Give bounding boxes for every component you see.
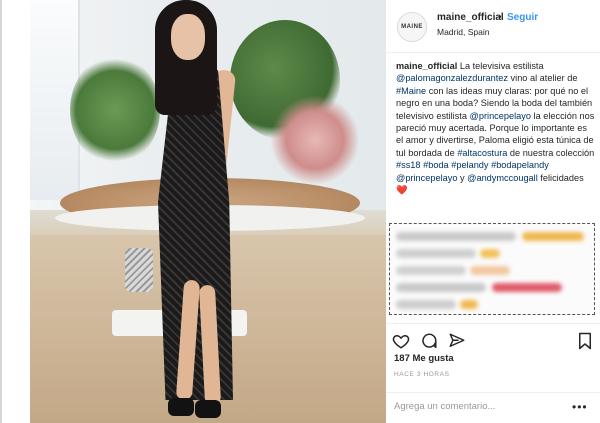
post-timestamp[interactable]: HACE 3 HORAS xyxy=(394,371,450,378)
blurred-emoji xyxy=(470,266,510,275)
caption-text: La televisiva estilista @palomagonzalezd… xyxy=(396,61,594,195)
post-header: MAINE maine_official • Seguir Madrid, Sp… xyxy=(386,0,600,53)
photo-clutch xyxy=(125,248,153,292)
comment-bubble-icon[interactable] xyxy=(420,332,438,350)
photo-dress xyxy=(158,70,233,400)
comment-bar: ••• xyxy=(386,392,600,423)
post-location[interactable]: Madrid, Spain xyxy=(437,27,489,37)
photo-plant xyxy=(270,95,360,185)
blurred-comments xyxy=(389,223,595,315)
account-username[interactable]: maine_official xyxy=(437,12,504,23)
caption-tag-link[interactable]: @princepelayo xyxy=(396,173,457,183)
avatar-logo-text: MAINE xyxy=(401,24,423,30)
account-avatar[interactable]: MAINE xyxy=(397,12,427,42)
photo-face xyxy=(171,14,205,60)
page-edge xyxy=(0,0,2,423)
more-options-icon[interactable]: ••• xyxy=(572,400,588,414)
caption-tag-link[interactable]: #ss18 xyxy=(396,160,421,170)
blurred-emoji xyxy=(480,249,500,258)
caption-tag-link[interactable]: @princepelayo xyxy=(470,111,531,121)
caption-tag-link[interactable]: #pelandy xyxy=(451,160,488,170)
post-caption: maine_official La televisiva estilista @… xyxy=(396,60,596,196)
caption-tag-link[interactable]: #Maine xyxy=(396,86,426,96)
comment-input[interactable] xyxy=(394,401,564,412)
photo-plant xyxy=(70,55,160,165)
blurred-emoji xyxy=(460,300,478,309)
follow-button[interactable]: Seguir xyxy=(507,12,538,23)
separator-dot: • xyxy=(498,12,502,23)
caption-tag-link[interactable]: @palomagonzalezdurantez xyxy=(396,73,508,83)
photo-shoe xyxy=(168,398,194,416)
caption-tag-link[interactable]: #bodapelandy xyxy=(491,160,549,170)
heart-icon[interactable] xyxy=(392,332,410,350)
likes-count[interactable]: 187 Me gusta xyxy=(394,353,454,364)
caption-text-part: de nuestra colección xyxy=(507,147,595,158)
caption-tag-link[interactable]: #altacostura xyxy=(457,148,507,158)
share-icon[interactable] xyxy=(448,332,466,350)
post-photo[interactable] xyxy=(30,0,386,423)
blurred-comment xyxy=(396,266,466,275)
caption-text-part: La televisiva estilista xyxy=(457,61,544,71)
instagram-post: MAINE maine_official • Seguir Madrid, Sp… xyxy=(0,0,600,423)
caption-username[interactable]: maine_official xyxy=(396,61,457,71)
caption-tag-link[interactable]: @andymccougall xyxy=(467,173,538,183)
caption-text-part: vino al atelier de xyxy=(508,73,578,84)
bookmark-icon[interactable] xyxy=(576,332,594,350)
blurred-emoji xyxy=(492,283,562,292)
blurred-comment xyxy=(396,249,476,258)
photo-shoe xyxy=(195,400,221,418)
blurred-comment xyxy=(396,283,486,292)
caption-text-part: y xyxy=(457,172,468,183)
blurred-comment xyxy=(396,300,456,309)
caption-tag-link[interactable]: #boda xyxy=(423,160,449,170)
blurred-comment xyxy=(396,232,516,241)
blurred-emoji xyxy=(522,232,584,241)
